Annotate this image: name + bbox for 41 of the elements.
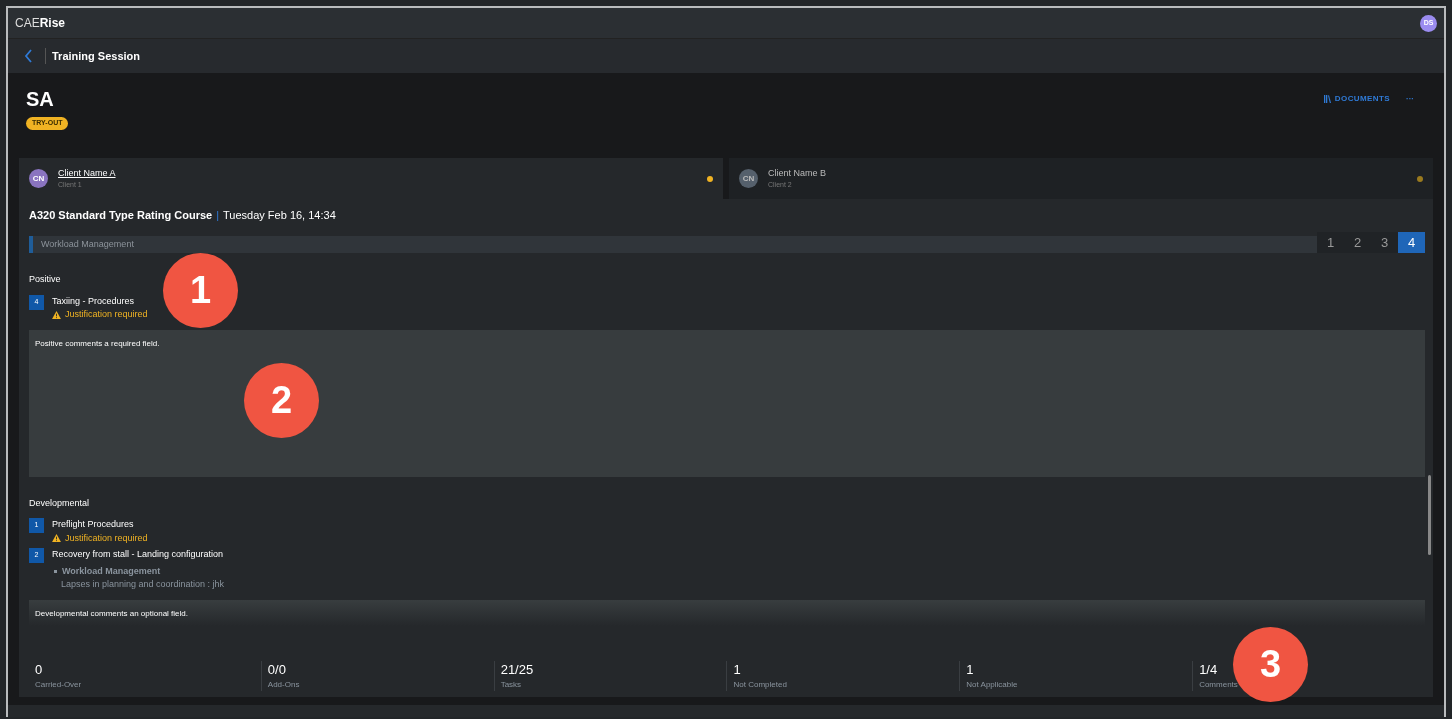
bullet-icon xyxy=(54,569,57,573)
client-name: Client Name B xyxy=(768,166,827,180)
task-name: Preflight Procedures xyxy=(52,518,135,531)
session-title: SA xyxy=(26,87,54,111)
faded-row: Workload Management xyxy=(29,236,1317,253)
client-name: Client Name A xyxy=(58,166,116,180)
warning-text: Justification required xyxy=(65,308,148,321)
stat-label: Not Completed xyxy=(733,678,787,691)
stat-value: 21/25 xyxy=(500,661,534,678)
competency-note: Lapses in planning and coordination : jhk xyxy=(61,578,225,591)
stat-value: 0/0 xyxy=(267,661,286,678)
section-title: Developmental xyxy=(29,496,91,510)
stat-value: 1 xyxy=(733,661,741,678)
competency-title: Workload Management xyxy=(62,564,161,578)
books-icon xyxy=(1323,95,1331,103)
task-name: Taxiing - Procedures xyxy=(52,294,136,308)
rating-button[interactable]: 3 xyxy=(1371,232,1398,253)
warning-icon xyxy=(52,534,61,543)
task-name: Recovery from stall - Landing configuration xyxy=(52,548,225,561)
documents-button[interactable]: DOCUMENTS xyxy=(1323,93,1390,105)
stat-value: 1/4 xyxy=(1199,661,1218,678)
stat-value: 1 xyxy=(966,661,974,678)
warning-icon xyxy=(52,310,61,319)
more-button[interactable]: ··· xyxy=(1406,93,1414,105)
stat-label: Add-Ons xyxy=(267,678,300,691)
course-heading: A320 Standard Type Rating Course | Tuesday Feb 16, 14:34 xyxy=(29,208,337,221)
stat-value: 0 xyxy=(35,661,43,678)
rating-button[interactable]: 1 xyxy=(1317,232,1344,253)
client-avatar: CN xyxy=(739,169,758,188)
app-logo[interactable]: CAERise xyxy=(15,14,66,32)
stat-label: Tasks xyxy=(500,678,522,691)
scrollbar-thumb[interactable] xyxy=(1428,475,1431,555)
warning-text: Justification required xyxy=(65,531,148,545)
stat-label: Not Applicable xyxy=(966,678,1018,691)
rating-button[interactable]: 4 xyxy=(1398,232,1425,253)
client-avatar: CN xyxy=(29,169,48,188)
stat-label: Carried-Over xyxy=(35,678,82,691)
rating-button[interactable]: 2 xyxy=(1344,232,1371,253)
back-icon[interactable] xyxy=(24,49,33,63)
page-title: Training Session xyxy=(52,48,141,64)
section-title: Positive xyxy=(29,273,62,286)
